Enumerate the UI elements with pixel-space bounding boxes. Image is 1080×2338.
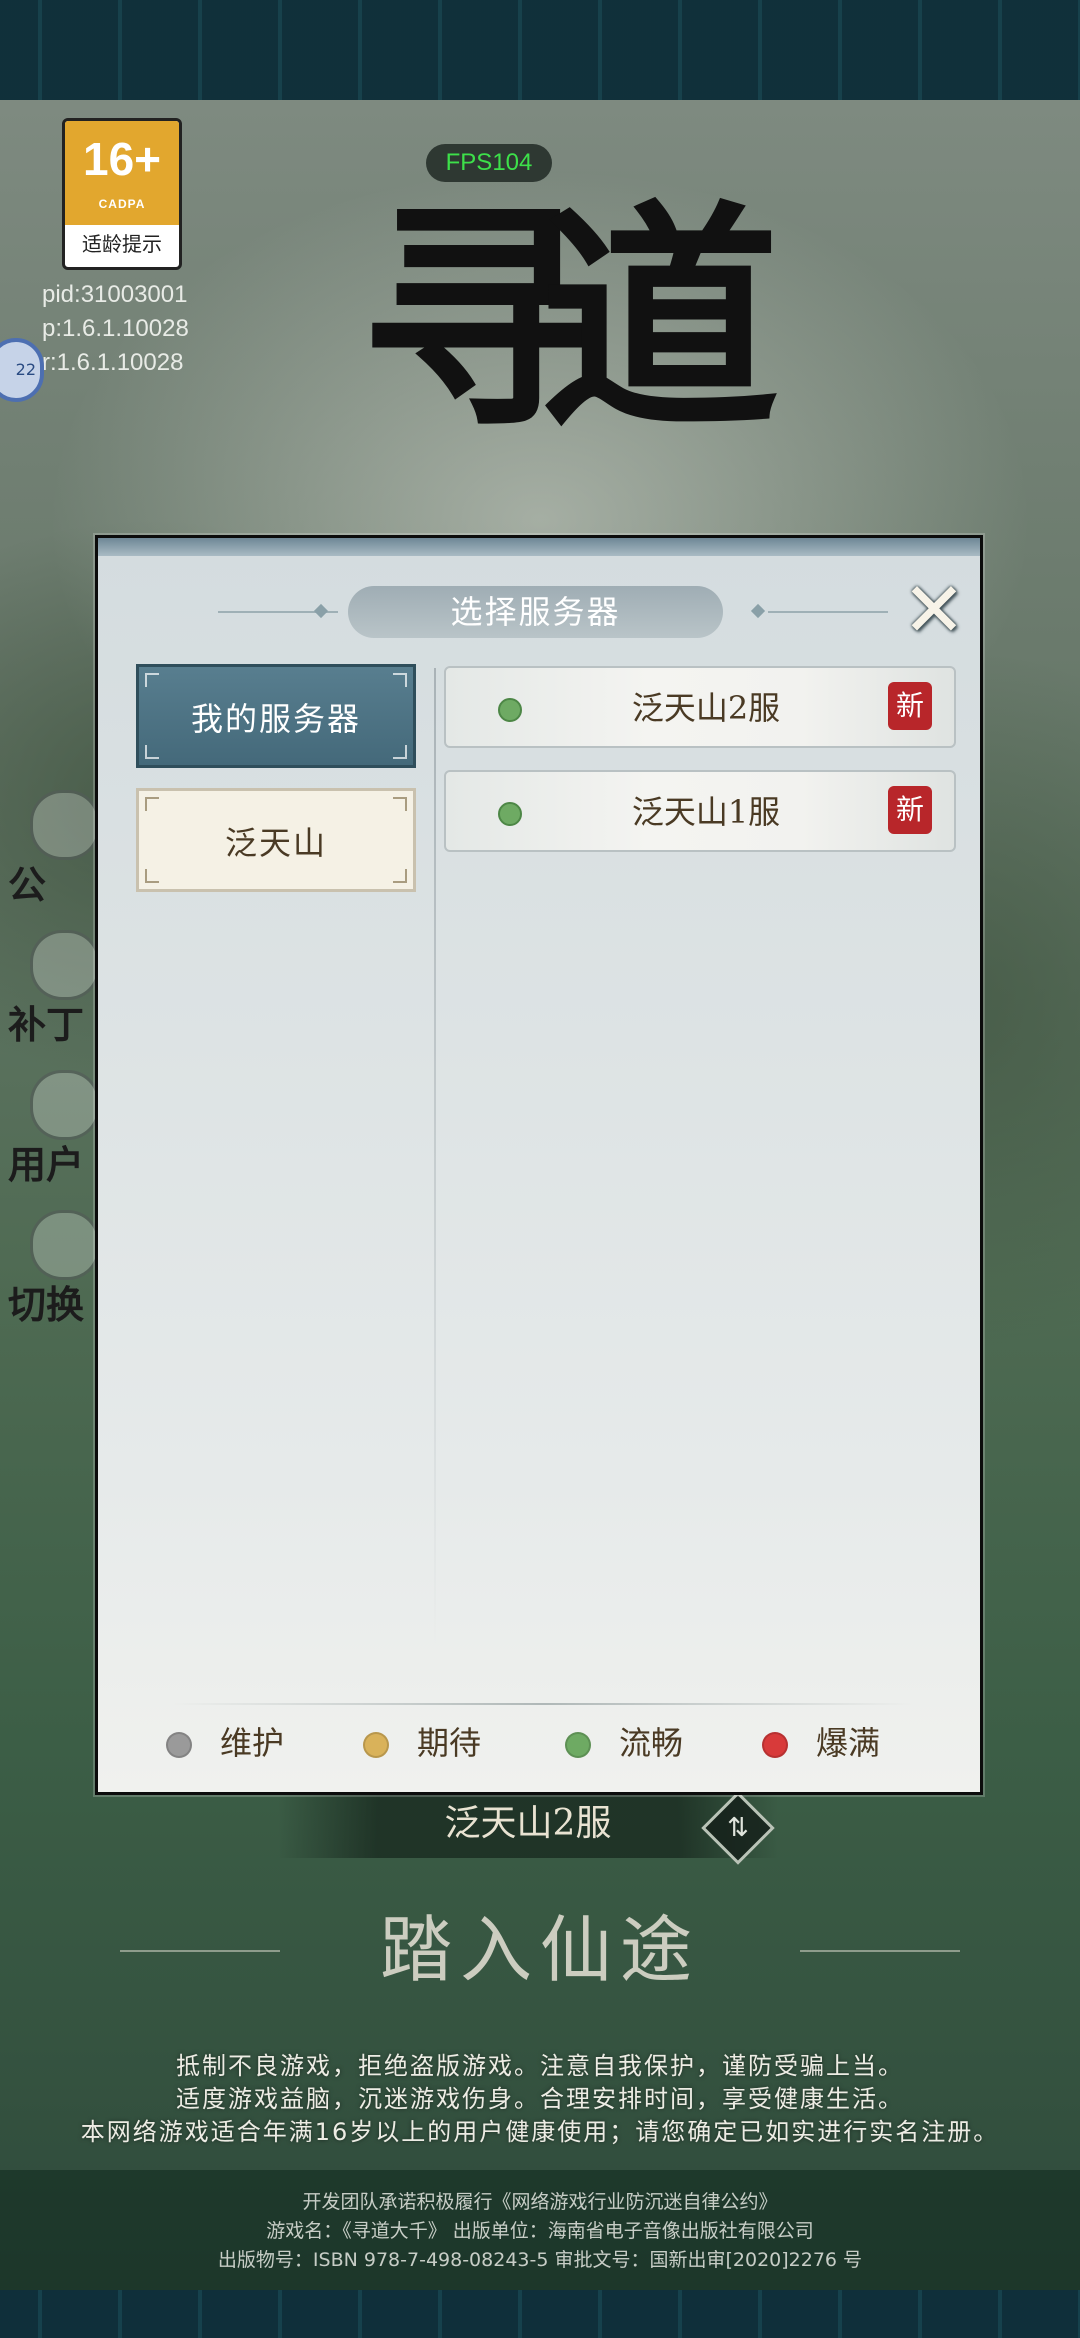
title-right-line: [768, 611, 888, 613]
age-rating-badge[interactable]: 16+ CADPA 适龄提示: [62, 118, 182, 270]
tab-fantianshan-label: 泛天山: [224, 824, 327, 862]
status-full-dot: [762, 1732, 788, 1758]
build-info-pid: pid:31003001: [42, 281, 188, 308]
server-row-fantianshan-2[interactable]: 泛天山2服 新: [444, 666, 956, 748]
footer-line: 游戏名：《寻道大千》 出版单位：海南省电子音像出版社有限公司: [266, 2220, 814, 2242]
health-notice-line: 适度游戏益脑，沉迷游戏伤身。合理安排时间，享受健康生活。: [176, 2085, 904, 2113]
status-smooth-dot: [498, 698, 522, 722]
health-notice: 抵制不良游戏，拒绝盗版游戏。注意自我保护，谨防受骗上当。 适度游戏益脑，沉迷游戏…: [0, 2050, 1080, 2149]
footer-line: 开发团队承诺积极履行《网络游戏行业防沉迷自律公约》: [302, 2191, 778, 2213]
title-right-diamond: [750, 603, 766, 619]
new-badge: 新: [888, 786, 932, 834]
side-menu-user[interactable]: 用户: [0, 1070, 110, 1210]
status-maintenance-dot: [166, 1732, 192, 1758]
server-row-fantianshan-1[interactable]: 泛天山1服 新: [444, 770, 956, 852]
legend-divider: [173, 1703, 913, 1705]
current-server-label[interactable]: 泛天山2服: [278, 1790, 778, 1858]
dialog-title: 选择服务器: [348, 586, 723, 638]
age-rating-org: CADPA: [98, 197, 146, 211]
notice-icon: [30, 790, 100, 860]
server-select-dialog: 选择服务器 ✕ 我的服务器 泛天山 泛天山2服 新 泛天山1服 新 维护 期待: [95, 535, 983, 1795]
fps-counter: FPS104: [426, 144, 552, 182]
status-smooth-dot: [498, 802, 522, 826]
bottom-decor-band: [0, 2290, 1080, 2338]
build-info-r: r:1.6.1.10028: [42, 349, 184, 376]
server-name: 泛天山2服: [631, 689, 781, 727]
user-icon: [30, 1070, 100, 1140]
panel-divider: [434, 668, 436, 1648]
tab-my-servers[interactable]: 我的服务器: [136, 664, 416, 768]
side-menu-patch[interactable]: 补丁: [0, 930, 110, 1070]
health-notice-line: 抵制不良游戏，拒绝盗版游戏。注意自我保护，谨防受骗上当。: [176, 2052, 904, 2080]
start-left-line: [120, 1950, 280, 1952]
top-decor-band: [0, 0, 1080, 100]
tab-my-servers-label: 我的服务器: [190, 700, 361, 738]
start-game-button[interactable]: 踏入仙途: [290, 1900, 790, 2000]
build-info: pid:31003001 p:1.6.1.10028 r:1.6.1.10028: [42, 278, 189, 380]
age-rating-tip: 适龄提示: [82, 232, 162, 256]
side-menu-switch[interactable]: 切换: [0, 1210, 110, 1350]
title-left-diamond: [313, 603, 329, 619]
new-badge: 新: [888, 682, 932, 730]
dialog-top-bar: [98, 538, 980, 556]
footer-line: 出版物号：ISBN 978-7-498-08243-5 审批文号：国新出审[20…: [217, 2249, 863, 2271]
close-icon[interactable]: ✕: [898, 572, 970, 650]
status-expected-dot: [363, 1732, 389, 1758]
status-smooth-dot: [565, 1732, 591, 1758]
tab-fantianshan[interactable]: 泛天山: [136, 788, 416, 892]
start-right-line: [800, 1950, 960, 1952]
side-menu: 公 补丁 用户 切换: [0, 790, 110, 1350]
switch-account-icon: [30, 1210, 100, 1280]
age-rating-value: 16+: [82, 133, 162, 185]
side-menu-notice[interactable]: 公: [0, 790, 110, 930]
build-info-p: p:1.6.1.10028: [42, 315, 189, 342]
game-logo: 寻道: [360, 179, 780, 461]
health-notice-line: 本网络游戏适合年满16岁以上的用户健康使用；请您确定已如实进行实名注册。: [80, 2118, 1000, 2146]
server-name: 泛天山1服: [631, 793, 781, 831]
publisher-footer: 开发团队承诺积极履行《网络游戏行业防沉迷自律公约》 游戏名：《寻道大千》 出版单…: [0, 2170, 1080, 2290]
patch-icon: [30, 930, 100, 1000]
